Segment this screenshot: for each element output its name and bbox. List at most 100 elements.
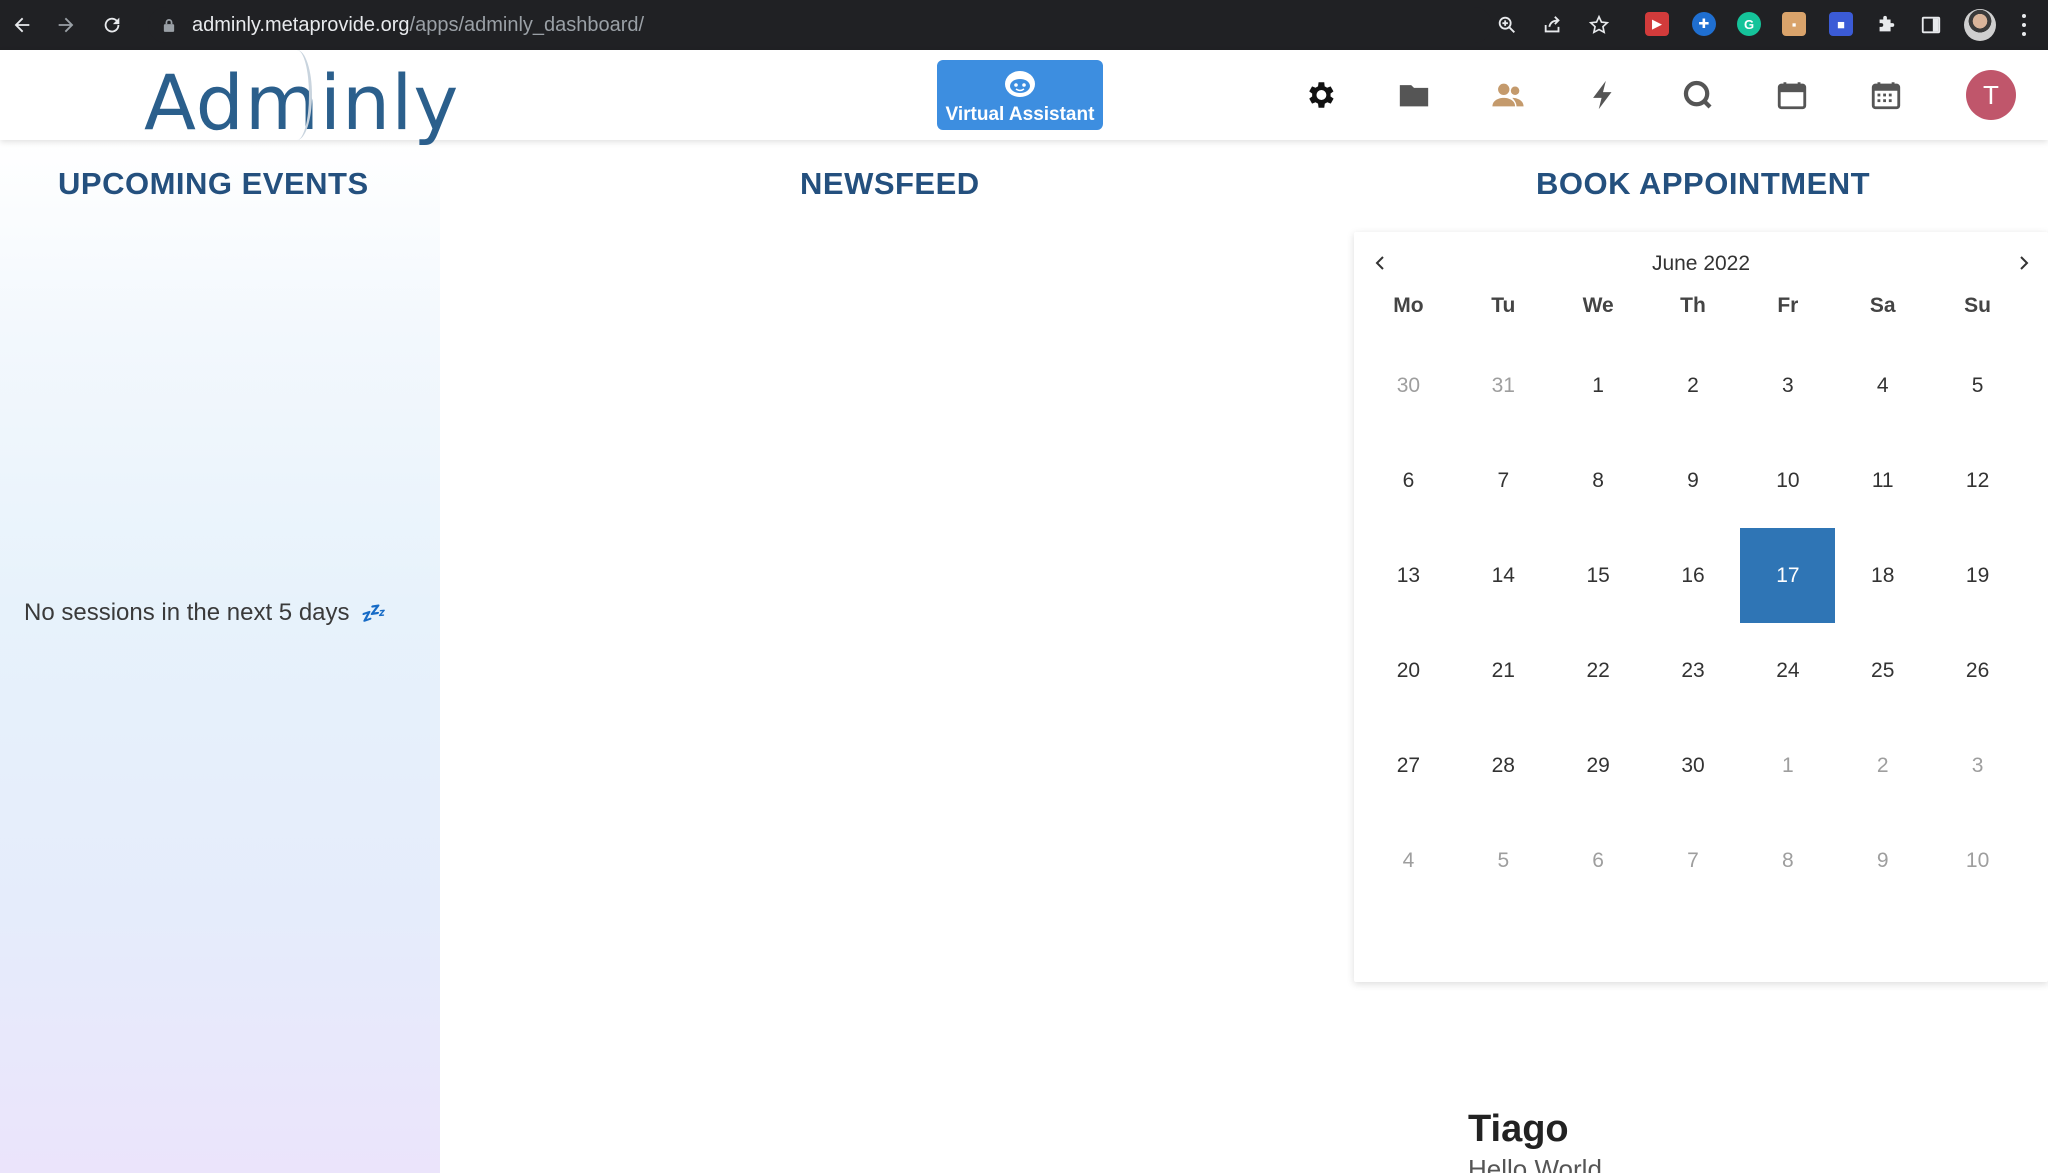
calendar-day[interactable]: 20 <box>1361 623 1456 718</box>
reload-icon[interactable] <box>98 11 126 39</box>
grammarly-icon[interactable]: G <box>1737 12 1761 36</box>
calendar-day[interactable]: 18 <box>1835 528 1930 623</box>
weekday-label: Th <box>1680 294 1706 317</box>
calendar-day[interactable]: 22 <box>1551 623 1646 718</box>
calendar-day[interactable]: 14 <box>1456 528 1551 623</box>
calendar-day[interactable]: 3 <box>1740 338 1835 433</box>
share-icon[interactable] <box>1540 12 1566 38</box>
upcoming-events-panel: UPCOMING EVENTS No sessions in the next … <box>0 140 440 1173</box>
calendar-day[interactable]: 6 <box>1551 813 1646 908</box>
lightning-icon[interactable] <box>1583 75 1623 115</box>
calendar-day[interactable]: 31 <box>1456 338 1551 433</box>
assistant-face-icon <box>1005 71 1035 97</box>
calendar-day[interactable]: 2 <box>1646 338 1741 433</box>
calendar-day[interactable]: 23 <box>1646 623 1741 718</box>
calendar-icon[interactable] <box>1772 75 1812 115</box>
calendar-week-row: 4 5 6 7 8 9 10 <box>1361 813 2025 908</box>
extension-red-icon[interactable]: ▶ <box>1645 12 1669 36</box>
side-panel-icon[interactable] <box>1918 12 1944 38</box>
calendar-day[interactable]: 7 <box>1456 433 1551 528</box>
calendar-day[interactable]: 9 <box>1835 813 1930 908</box>
lock-icon <box>162 17 176 33</box>
calendar-grid-icon[interactable] <box>1866 75 1906 115</box>
zzz-sleep-icon: 💤 <box>359 602 385 625</box>
bookmark-star-icon[interactable] <box>1586 12 1612 38</box>
search-icon[interactable] <box>1678 75 1718 115</box>
calendar-day[interactable]: 28 <box>1456 718 1551 813</box>
calendar-day[interactable]: 7 <box>1646 813 1741 908</box>
profile-name: Tiago <box>1468 1108 1569 1150</box>
weekday-label: Fr <box>1777 294 1799 317</box>
weekday-label: We <box>1582 294 1614 317</box>
book-appointment-title: BOOK APPOINTMENT <box>1536 166 1871 201</box>
weekday-label: Su <box>1964 294 1991 317</box>
calendar-day[interactable]: 5 <box>1456 813 1551 908</box>
calendar-day[interactable]: 9 <box>1646 433 1741 528</box>
calendar-day[interactable]: 27 <box>1361 718 1456 813</box>
extension-shield-icon[interactable]: ■ <box>1829 12 1853 36</box>
calendar-week-row: 30 31 1 2 3 4 5 <box>1361 338 2025 433</box>
gear-icon[interactable] <box>1300 75 1340 115</box>
appointment-calendar: June 2022 Mo Tu We Th Fr Sa Su 30 31 1 2 3 4 5… <box>1354 232 2048 982</box>
user-avatar[interactable]: T <box>1966 70 2016 120</box>
calendar-day[interactable]: 12 <box>1930 433 2025 528</box>
extension-blue-icon[interactable]: ✚ <box>1692 12 1716 36</box>
weekday-label: Tu <box>1491 294 1516 317</box>
calendar-weeks: 30 31 1 2 3 4 5 6 7 8 9 10 11 12 13 14 15 16 17 18 19 20 21 22 2… <box>1361 338 2025 908</box>
calendar-day-selected[interactable]: 17 <box>1740 528 1836 623</box>
extension-face-icon[interactable]: ▪ <box>1782 12 1806 36</box>
folder-icon[interactable] <box>1394 75 1434 115</box>
calendar-weekday-row: Mo Tu We Th Fr Sa Su <box>1361 274 2025 338</box>
virtual-assistant-label: Virtual Assistant <box>945 104 1095 125</box>
virtual-assistant-button[interactable]: Virtual Assistant <box>937 60 1103 130</box>
back-arrow-icon[interactable] <box>8 11 36 39</box>
no-sessions-message: No sessions in the next 5 days 💤 <box>24 599 385 627</box>
calendar-day[interactable]: 16 <box>1646 528 1741 623</box>
calendar-week-row: 20 21 22 23 24 25 26 <box>1361 623 2025 718</box>
calendar-day[interactable]: 4 <box>1361 813 1456 908</box>
calendar-day[interactable]: 11 <box>1835 433 1930 528</box>
no-sessions-text: No sessions in the next 5 days <box>24 599 350 626</box>
calendar-day[interactable]: 19 <box>1930 528 2025 623</box>
calendar-day[interactable]: 1 <box>1551 338 1646 433</box>
calendar-day[interactable]: 30 <box>1646 718 1741 813</box>
calendar-day[interactable]: 8 <box>1551 433 1646 528</box>
calendar-day[interactable]: 10 <box>1930 813 2025 908</box>
profile-status: Hello World <box>1468 1154 1602 1173</box>
address-bar[interactable]: adminly.metaprovide.org/apps/adminly_das… <box>148 7 1492 43</box>
calendar-day[interactable]: 21 <box>1456 623 1551 718</box>
zoom-icon[interactable] <box>1494 12 1520 38</box>
calendar-day[interactable]: 3 <box>1930 718 2025 813</box>
calendar-day[interactable]: 29 <box>1551 718 1646 813</box>
calendar-month-label: June 2022 <box>1651 252 1751 275</box>
forward-arrow-icon[interactable] <box>52 11 80 39</box>
upcoming-events-title: UPCOMING EVENTS <box>58 166 369 201</box>
calendar-day[interactable]: 2 <box>1835 718 1930 813</box>
calendar-day[interactable]: 13 <box>1361 528 1456 623</box>
calendar-day[interactable]: 30 <box>1361 338 1456 433</box>
logo-arc-decoration <box>282 50 312 140</box>
calendar-week-row: 13 14 15 16 17 18 19 <box>1361 528 2025 623</box>
calendar-grid: Mo Tu We Th Fr Sa Su 30 31 1 2 3 4 5 6 7 8 9 10 11 12… <box>1361 274 2025 908</box>
address-bar-url: adminly.metaprovide.org/apps/adminly_das… <box>192 13 645 36</box>
calendar-day[interactable]: 15 <box>1551 528 1646 623</box>
browser-menu-icon[interactable] <box>2016 12 2032 38</box>
weekday-label: Mo <box>1393 294 1424 317</box>
calendar-day[interactable]: 24 <box>1740 623 1835 718</box>
newsfeed-title: NEWSFEED <box>800 166 980 201</box>
calendar-day[interactable]: 10 <box>1740 433 1835 528</box>
browser-profile-avatar[interactable] <box>1964 9 1996 41</box>
calendar-day[interactable]: 1 <box>1740 718 1835 813</box>
calendar-day[interactable]: 6 <box>1361 433 1456 528</box>
calendar-day[interactable]: 8 <box>1740 813 1835 908</box>
extensions-puzzle-icon[interactable] <box>1873 12 1899 38</box>
calendar-week-row: 6 7 8 9 10 11 12 <box>1361 433 2025 528</box>
calendar-day[interactable]: 5 <box>1930 338 2025 433</box>
calendar-day[interactable]: 4 <box>1835 338 1930 433</box>
calendar-day[interactable]: 26 <box>1930 623 2025 718</box>
users-icon[interactable] <box>1488 75 1528 115</box>
calendar-week-row: 27 28 29 30 1 2 3 <box>1361 718 2025 813</box>
app-header: Adminly Virtual Assistant T <box>0 50 2048 147</box>
weekday-label: Sa <box>1869 294 1896 317</box>
calendar-day[interactable]: 25 <box>1835 623 1930 718</box>
